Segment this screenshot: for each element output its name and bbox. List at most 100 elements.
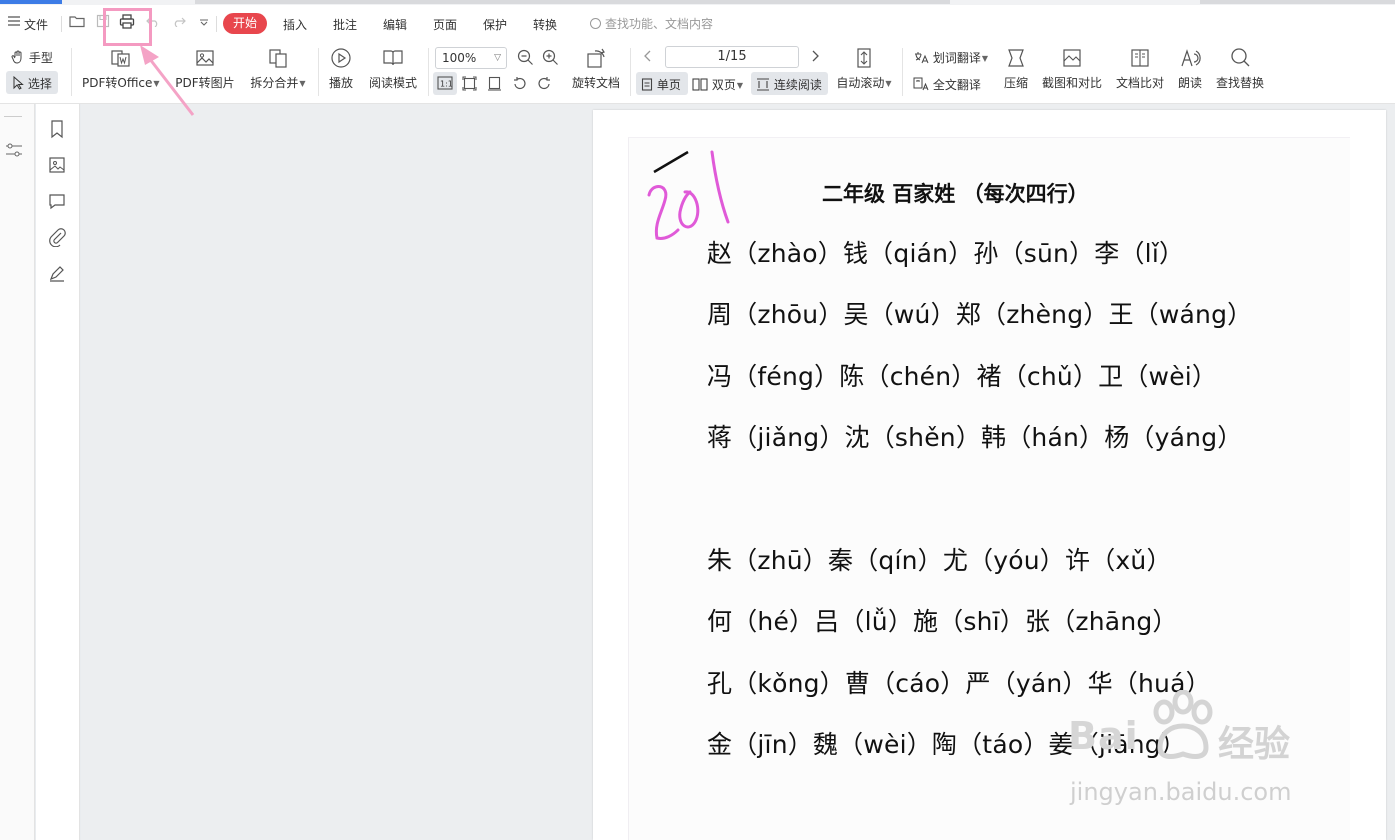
previous-page-button[interactable]	[643, 49, 653, 66]
svg-text:1:1: 1:1	[440, 80, 453, 89]
feature-search[interactable]: 查找功能、文档内容	[590, 15, 713, 32]
thumbnail-icon[interactable]	[47, 155, 67, 175]
window-tab-bar-right	[1200, 0, 1395, 4]
select-tool-content: 选择	[12, 75, 52, 92]
actual-size-icon: 1:1	[437, 76, 453, 93]
zoom-out-button[interactable]	[517, 49, 534, 69]
settings-sliders-icon[interactable]	[4, 140, 24, 160]
comment-icon[interactable]	[47, 191, 67, 211]
zoom-select[interactable]: 100% ▽	[435, 47, 507, 69]
text-line: 蒋（jiǎng）沈（shěn）韩（hán）杨（yáng）	[707, 423, 1243, 452]
watermark-url: jingyan.baidu.com	[1070, 778, 1292, 806]
text-line: 周（zhōu）吴（wú）郑（zhèng）王（wáng）	[707, 300, 1253, 329]
next-page-button[interactable]	[810, 49, 820, 66]
read-aloud-button[interactable]: 朗读	[1175, 47, 1205, 91]
toolbar-divider	[318, 48, 319, 96]
find-replace-button[interactable]: 查找替换	[1214, 47, 1266, 91]
single-page-label: 单页	[656, 78, 681, 92]
single-page-icon	[641, 78, 653, 91]
hand-tool[interactable]: 手型	[11, 49, 53, 66]
play-button[interactable]: 播放	[327, 47, 355, 91]
menu-divider	[61, 16, 62, 32]
rotate-left-button[interactable]	[512, 76, 527, 94]
text-line: 赵（zhào）钱（qián）孙（sūn）李（lǐ）	[707, 239, 1185, 268]
tab-protect[interactable]: 保护	[483, 16, 507, 33]
attachment-icon[interactable]	[47, 227, 67, 247]
tab-page[interactable]: 页面	[433, 16, 457, 33]
search-icon	[1231, 48, 1250, 67]
continuous-read-content: 连续阅读	[756, 76, 822, 93]
tab-edit[interactable]: 编辑	[383, 16, 407, 33]
cursor-icon	[13, 75, 24, 90]
word-translate-button[interactable]: 划词翻译▼	[913, 49, 988, 66]
double-page-label: 双页	[711, 78, 736, 92]
page-number-input[interactable]: 1/15	[665, 46, 799, 68]
quick-access-dropdown-icon[interactable]	[195, 14, 213, 32]
zoom-in-button[interactable]	[542, 49, 559, 69]
window-tab-bar	[195, 0, 950, 4]
redo-icon[interactable]	[170, 14, 188, 32]
full-translate-icon	[913, 77, 929, 91]
watermark-chinese: 经验	[1218, 724, 1291, 765]
toolbar-divider	[630, 48, 631, 96]
zoom-value: 100%	[442, 51, 477, 65]
fit-page-button[interactable]	[462, 76, 477, 94]
chevron-left-icon	[644, 50, 651, 62]
chevron-right-icon	[812, 50, 819, 62]
doc-compare-icon	[1131, 49, 1149, 67]
tab-start[interactable]: 开始	[223, 13, 267, 34]
file-menu[interactable]: 文件	[24, 16, 48, 33]
double-page-button[interactable]: 双页▼	[692, 76, 743, 93]
continuous-read-label: 连续阅读	[773, 78, 822, 92]
book-icon	[383, 50, 403, 66]
handwriting-text: 201	[640, 251, 642, 253]
full-translate-button[interactable]: 全文翻译	[913, 76, 981, 93]
hand-icon	[11, 50, 22, 64]
screenshot-compare-button[interactable]: 截图和对比	[1041, 47, 1103, 91]
auto-scroll-button[interactable]: 自动滚动▼	[835, 47, 893, 91]
toolbar-divider	[902, 48, 903, 96]
watermark-brand-text: Bai	[1068, 714, 1139, 758]
active-window-tab-indicator	[0, 0, 62, 4]
double-page-icon	[692, 78, 708, 91]
toolbar-divider	[71, 48, 72, 96]
compress-icon	[1008, 49, 1024, 67]
bookmark-icon[interactable]	[47, 119, 67, 139]
fit-width-button[interactable]	[487, 76, 502, 94]
tab-convert[interactable]: 转换	[533, 16, 557, 33]
compress-button[interactable]: 压缩	[1000, 47, 1032, 91]
signature-pen-icon[interactable]	[47, 263, 67, 283]
open-folder-icon[interactable]	[68, 14, 86, 32]
rotate-document-icon	[587, 48, 605, 68]
split-merge-button[interactable]: 拆分合并▼	[249, 47, 307, 91]
left-collapsed-rail	[0, 104, 35, 840]
hand-tool-label: 手型	[28, 51, 53, 65]
tab-annotate[interactable]: 批注	[333, 16, 357, 33]
zoom-out-icon	[517, 49, 533, 65]
rotate-document-label: 旋转文档	[571, 76, 620, 90]
play-icon	[331, 48, 351, 68]
rotate-document-button[interactable]: 旋转文档	[571, 47, 621, 91]
watermark-brand: Bai	[1068, 714, 1139, 758]
tab-insert[interactable]: 插入	[283, 16, 307, 33]
read-mode-button[interactable]: 阅读模式	[368, 47, 418, 91]
play-label: 播放	[328, 76, 353, 90]
menu-divider	[216, 16, 217, 32]
text-line: 何（hé）吕（lǚ）施（shī）张（zhāng）	[707, 607, 1178, 636]
hamburger-menu-icon[interactable]	[5, 14, 23, 32]
pointer-arrow	[140, 45, 195, 116]
document-title: 二年级 百家姓 （每次四行）	[822, 182, 1089, 206]
split-merge-icon	[269, 49, 287, 68]
search-icon	[590, 18, 601, 29]
text-line: 冯（féng）陈（chén）褚（chǔ）卫（wèi）	[707, 362, 1218, 391]
single-page-content: 单页	[641, 76, 681, 93]
screenshot-compare-label: 截图和对比	[1041, 76, 1102, 90]
compress-label: 压缩	[1003, 76, 1028, 90]
full-translate-label: 全文翻译	[932, 78, 981, 92]
doc-compare-button[interactable]: 文档比对	[1114, 47, 1166, 91]
doc-compare-label: 文档比对	[1115, 76, 1164, 90]
read-aloud-icon	[1181, 49, 1201, 67]
translate-icon	[915, 52, 929, 64]
rotate-right-button[interactable]	[537, 76, 552, 94]
split-merge-label: 拆分合并	[250, 76, 299, 90]
